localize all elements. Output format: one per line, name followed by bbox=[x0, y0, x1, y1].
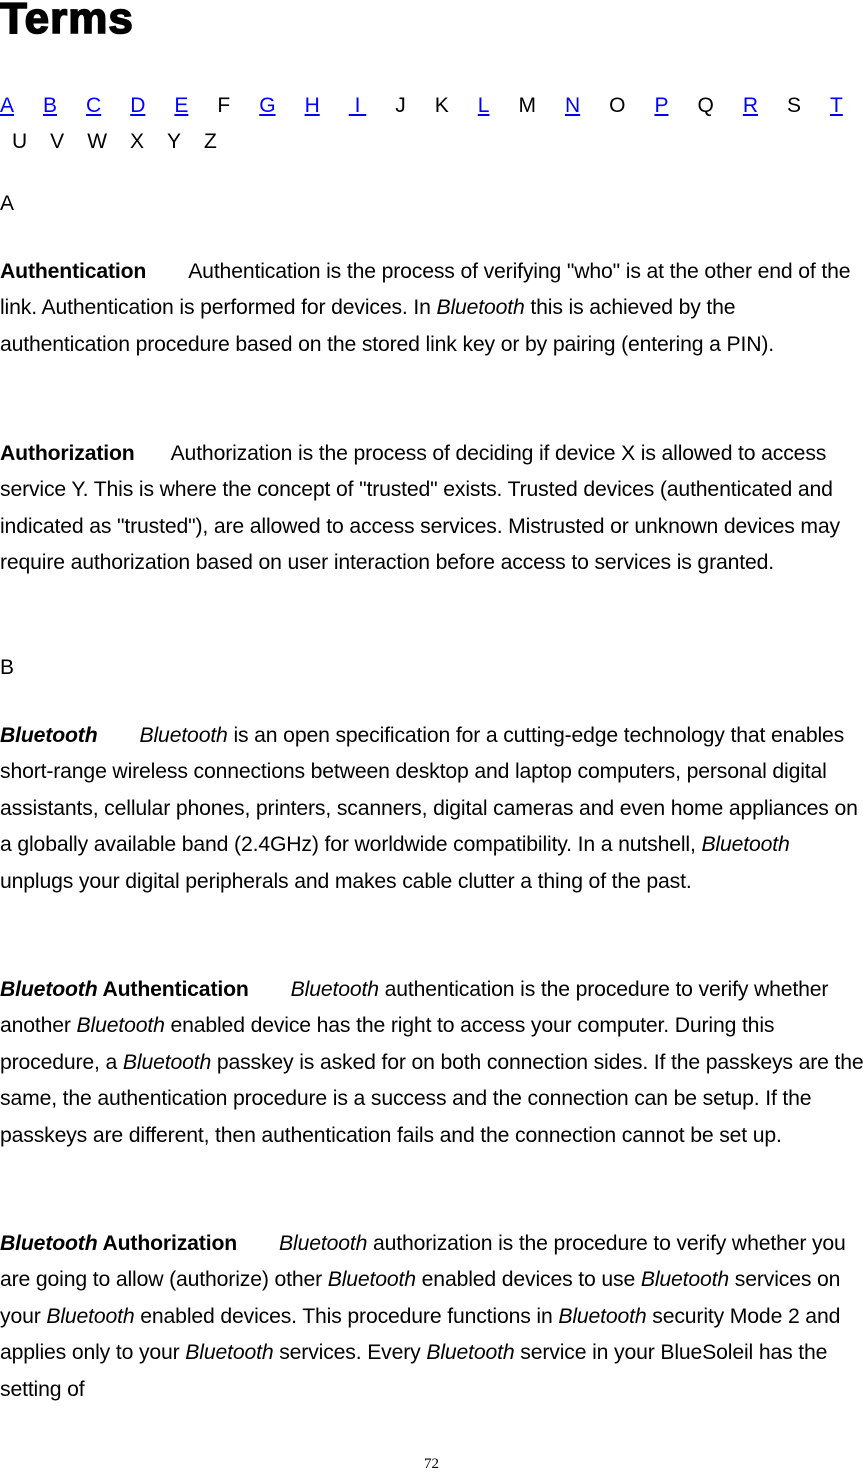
italic-text-run: Bluetooth bbox=[185, 1341, 274, 1365]
text-run: enabled devices. This procedure function… bbox=[134, 1304, 559, 1328]
alphabet-letter-s: S bbox=[787, 94, 802, 117]
alphabet-letter-x: X bbox=[130, 130, 145, 153]
alphabet-letter-z: Z bbox=[204, 130, 217, 153]
alphabet-letter-n-link[interactable]: N bbox=[565, 94, 580, 117]
term-bluetooth-authentication: Bluetooth Authentication bbox=[0, 978, 249, 1001]
alphabet-letter-f: F bbox=[217, 94, 231, 117]
alphabet-letter-k: K bbox=[434, 94, 449, 117]
alphabet-letter-o: O bbox=[609, 94, 626, 117]
italic-text-run: Bluetooth bbox=[640, 1268, 730, 1292]
alphabet-letter-t-link[interactable]: T bbox=[830, 94, 843, 117]
italic-text-run: Bluetooth bbox=[122, 1050, 212, 1074]
definition-bluetooth-authorization: Bluetooth authorization is the procedure… bbox=[0, 1232, 846, 1401]
alphabet-letter-i-link[interactable]: I bbox=[349, 94, 367, 117]
italic-text-run: Bluetooth bbox=[279, 1232, 368, 1255]
italic-text-run: Bluetooth bbox=[139, 724, 228, 747]
alphabet-letter-d-link[interactable]: D bbox=[130, 94, 145, 117]
alphabet-letter-c-link[interactable]: C bbox=[86, 94, 101, 117]
glossary-entry-bluetooth-authentication: Bluetooth Authentication Bluetooth authen… bbox=[0, 972, 863, 1154]
alphabet-letter-b-link[interactable]: B bbox=[43, 94, 57, 117]
alphabet-letter-l-link[interactable]: L bbox=[478, 94, 490, 117]
term-bluetooth-authorization: Bluetooth Authorization bbox=[0, 1232, 238, 1255]
glossary-entry-bluetooth-authorization: Bluetooth Authorization Bluetooth authori… bbox=[0, 1226, 863, 1408]
alphabet-letter-w: W bbox=[87, 130, 108, 153]
italic-text-run: Bluetooth bbox=[701, 833, 790, 857]
glossary-entry-authorization: Authorization Authorization is the proces… bbox=[0, 436, 863, 582]
alphabet-row-1: A B C D E F G H I J K L M N O P Q R S T bbox=[0, 88, 863, 124]
definition-bluetooth: Bluetooth is an open specification for a… bbox=[0, 724, 858, 893]
term-authorization: Authorization bbox=[0, 442, 135, 465]
italic-text-run: Bluetooth bbox=[426, 1341, 515, 1365]
section-heading-a: A bbox=[0, 192, 15, 215]
section-heading-b: B bbox=[0, 656, 15, 679]
alphabet-letter-v: V bbox=[50, 130, 65, 153]
alphabet-letter-a-link[interactable]: A bbox=[0, 94, 14, 117]
term-authentication: Authentication bbox=[0, 260, 147, 283]
alphabet-letter-g-link[interactable]: G bbox=[259, 94, 275, 117]
text-run: unplugs your digital peripherals and mak… bbox=[0, 869, 692, 893]
glossary-entry-authentication: Authentication Authentication is the proc… bbox=[0, 254, 863, 363]
definition-bluetooth-authentication: Bluetooth authentication is the procedur… bbox=[0, 978, 863, 1147]
alphabet-letter-j: J bbox=[395, 94, 406, 117]
alphabet-letter-q: Q bbox=[697, 94, 714, 117]
italic-text-run: Bluetooth bbox=[76, 1014, 165, 1038]
italic-text-run: Bluetooth bbox=[558, 1304, 647, 1328]
text-run: services. Every bbox=[273, 1341, 427, 1365]
alphabet-letter-e-link[interactable]: E bbox=[174, 94, 188, 117]
glossary-entry-bluetooth: Bluetooth Bluetooth is an open specificat… bbox=[0, 718, 863, 900]
page-title: Terms bbox=[0, 0, 134, 44]
term-bluetooth: Bluetooth bbox=[0, 724, 98, 747]
italic-text-run: Bluetooth bbox=[290, 978, 379, 1001]
alphabet-letter-r-link[interactable]: R bbox=[743, 94, 758, 117]
alphabet-letter-p-link[interactable]: P bbox=[654, 94, 668, 117]
page-number: 72 bbox=[424, 1456, 439, 1472]
alphabet-letter-m: M bbox=[518, 94, 536, 117]
alphabet-letter-h-link[interactable]: H bbox=[305, 94, 320, 117]
italic-text-run: Bluetooth bbox=[327, 1268, 416, 1292]
alphabet-index-nav: A B C D E F G H I J K L M N O P Q R S T UVWXYZ bbox=[0, 88, 863, 160]
alphabet-letter-y: Y bbox=[167, 130, 182, 153]
alphabet-letter-u: U bbox=[12, 130, 28, 153]
text-run: enabled devices to use bbox=[415, 1268, 641, 1292]
italic-text-run: Bluetooth bbox=[436, 296, 525, 320]
italic-text-run: Bluetooth bbox=[46, 1304, 135, 1328]
alphabet-row-2: UVWXYZ bbox=[0, 124, 863, 160]
